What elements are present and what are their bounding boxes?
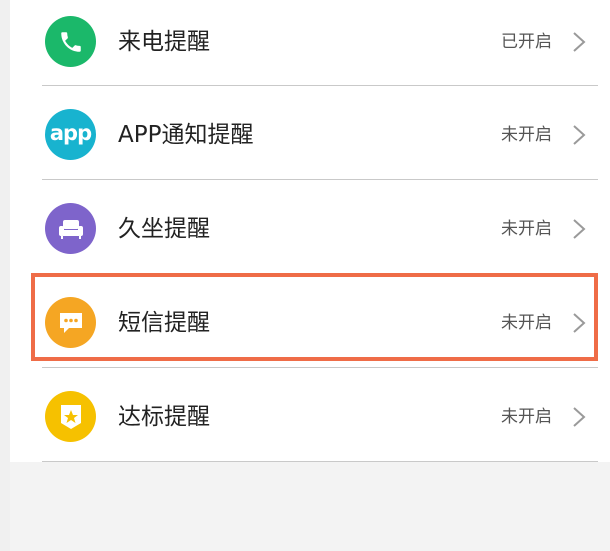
- reminder-row-sedentary[interactable]: 久坐提醒 未开启: [10, 187, 610, 280]
- star-badge-icon: [45, 391, 96, 442]
- chevron-right-icon: [573, 125, 586, 145]
- message-icon: [45, 297, 96, 348]
- reminder-label-goal: 达标提醒: [118, 404, 210, 430]
- reminder-label-call: 来电提醒: [118, 29, 210, 55]
- sofa-icon: [45, 203, 96, 254]
- reminder-label-app: APP通知提醒: [118, 122, 254, 148]
- divider: [42, 273, 598, 274]
- chevron-right-icon: [573, 407, 586, 427]
- divider: [42, 367, 598, 368]
- bottom-empty-area: [10, 462, 610, 551]
- phone-icon: [45, 16, 96, 67]
- reminder-status-sedentary: 未开启: [501, 219, 552, 239]
- reminder-list: 来电提醒 已开启 app APP通知提醒 未开启 久坐提醒 未开启 短信提醒 未…: [10, 0, 610, 462]
- reminder-status-call: 已开启: [501, 32, 552, 52]
- reminder-label-sms: 短信提醒: [118, 310, 210, 336]
- reminder-status-goal: 未开启: [501, 407, 552, 427]
- reminder-row-sms[interactable]: 短信提醒 未开启: [10, 281, 610, 374]
- reminder-row-goal[interactable]: 达标提醒 未开启: [10, 375, 610, 468]
- chevron-right-icon: [573, 219, 586, 239]
- left-edge: [0, 0, 10, 551]
- divider: [42, 179, 598, 180]
- reminder-row-app[interactable]: app APP通知提醒 未开启: [10, 93, 610, 186]
- reminder-status-sms: 未开启: [501, 313, 552, 333]
- app-icon: app: [45, 109, 96, 160]
- app-icon-text: app: [49, 121, 92, 145]
- reminder-status-app: 未开启: [501, 125, 552, 145]
- divider: [42, 85, 598, 86]
- chevron-right-icon: [573, 313, 586, 333]
- reminder-row-call[interactable]: 来电提醒 已开启: [10, 0, 610, 93]
- chevron-right-icon: [573, 32, 586, 52]
- reminder-label-sedentary: 久坐提醒: [118, 216, 210, 242]
